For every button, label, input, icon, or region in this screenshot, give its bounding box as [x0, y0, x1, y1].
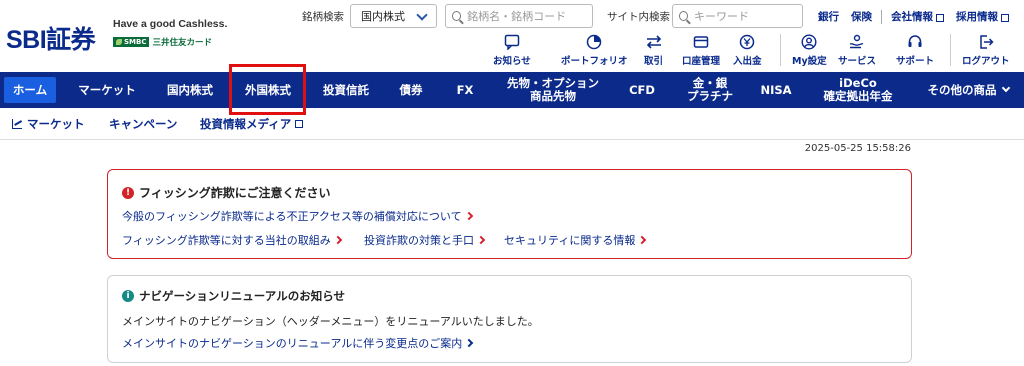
security-info-link[interactable]: セキュリティに関する情報 [504, 232, 647, 248]
recruit-link[interactable]: 採用情報 [956, 9, 998, 24]
search-icon [679, 11, 689, 21]
external-link-icon [1001, 13, 1009, 22]
divider [780, 34, 781, 66]
info-icon: i [122, 290, 134, 302]
deposit-button[interactable]: 入出金 [733, 34, 762, 67]
site-search-field[interactable] [672, 4, 803, 28]
support-icon [908, 35, 922, 47]
account-management-button[interactable]: 口座管理 [682, 34, 720, 67]
portfolio-icon [587, 34, 602, 50]
nav-futures-options[interactable]: 先物・オプション 商品先物 [498, 72, 608, 108]
user-settings-icon [801, 34, 817, 50]
logout-button[interactable]: ログアウト [962, 34, 1010, 67]
nav-domestic-stocks[interactable]: 国内株式 [158, 72, 222, 108]
stock-search-field[interactable] [445, 4, 593, 28]
portfolio-button[interactable]: ポートフォリオ [561, 34, 628, 67]
alert-icon: ! [122, 186, 134, 199]
chevron-down-icon [1001, 83, 1010, 93]
deposit-icon [740, 34, 755, 50]
notice-button[interactable]: お知らせ [493, 34, 531, 67]
notice-title: i ナビゲーションリニューアルのお知らせ [122, 288, 345, 304]
stock-search-input[interactable] [467, 9, 592, 23]
chevron-right-icon [464, 338, 474, 348]
external-link-icon [936, 13, 944, 22]
sub-nav: マーケット キャンペーン 投資情報メディア [0, 108, 1024, 140]
main-nav: ホーム マーケット 国内株式 外国株式 投資信託 債券 FX 先物・オプション … [0, 72, 1024, 108]
external-link-icon [295, 119, 304, 128]
divider [881, 9, 882, 24]
sbi-logo[interactable]: SBI証券 [6, 20, 96, 56]
support-button[interactable]: サポート [896, 34, 934, 67]
smbc-partner-logo: SMBC 三井住友カード [113, 36, 212, 48]
top-links: 銀行 保険 会社情報 採用情報 [818, 9, 1009, 24]
chevron-right-icon [333, 235, 343, 245]
header: SBI証券 Have a good Cashless. SMBC 三井住友カード… [0, 0, 1024, 72]
market-select[interactable]: 国内株式 [350, 4, 437, 28]
subnav-investment-media[interactable]: 投資情報メディア [200, 116, 304, 132]
nav-home[interactable]: ホーム [4, 77, 56, 103]
smbc-badge: SMBC [113, 37, 150, 47]
leaf-icon [116, 39, 122, 45]
services-icon [849, 34, 864, 49]
chevron-right-icon [476, 235, 486, 245]
subnav-market[interactable]: マーケット [12, 116, 85, 132]
chart-icon [12, 118, 22, 129]
nav-precious-metals[interactable]: 金・銀 プラチナ [678, 72, 742, 108]
bank-link[interactable]: 銀行 [818, 9, 839, 24]
site-search-input[interactable] [694, 9, 802, 23]
timestamp: 2025-05-25 15:58:26 [804, 143, 911, 154]
subnav-campaign[interactable]: キャンペーン [109, 116, 177, 132]
account-icon [693, 36, 709, 48]
nav-investment-trusts[interactable]: 投資信託 [314, 72, 378, 108]
nav-nisa[interactable]: NISA [752, 72, 800, 108]
navigation-renewal-notice: i ナビゲーションリニューアルのお知らせ メインサイトのナビゲーション（ヘッダー… [107, 275, 912, 363]
chevron-right-icon [638, 235, 647, 245]
trade-icon [646, 35, 661, 49]
nav-ideco[interactable]: iDeCo 確定拠出年金 [808, 72, 908, 108]
chevron-down-icon [416, 9, 428, 21]
stock-search-label: 銘柄検索 [302, 11, 344, 23]
insurance-link[interactable]: 保険 [851, 9, 872, 24]
nav-market[interactable]: マーケット [70, 72, 144, 108]
trade-button[interactable]: 取引 [644, 34, 663, 67]
divider [950, 34, 951, 66]
my-settings-button[interactable]: My設定 [792, 34, 827, 67]
message-icon [504, 34, 520, 50]
logout-icon [980, 35, 994, 49]
nav-other-products[interactable]: その他の商品 [916, 72, 1020, 108]
nav-bonds[interactable]: 債券 [390, 72, 432, 108]
renewal-changes-link[interactable]: メインサイトのナビゲーションのリニューアルに伴う変更点のご案内 [122, 335, 474, 351]
services-button[interactable]: サービス [838, 34, 876, 67]
chevron-right-icon [464, 211, 473, 221]
phishing-warning-notice: ! フィッシング詐欺にご注意ください 今般のフィッシング詐欺等による不正アクセス… [107, 169, 912, 259]
nav-fx[interactable]: FX [447, 72, 483, 108]
countermeasures-link[interactable]: フィッシング詐欺等に対する当社の取組み [122, 232, 343, 248]
tagline: Have a good Cashless. [113, 18, 228, 30]
nav-cfd[interactable]: CFD [620, 72, 664, 108]
renewal-body: メインサイトのナビゲーション（ヘッダーメニュー）をリニューアルいたしました。 [122, 315, 539, 328]
search-icon [452, 11, 462, 21]
partner-text: 三井住友カード [152, 38, 212, 48]
notice-title: ! フィッシング詐欺にご注意ください [122, 184, 331, 201]
site-search-label: サイト内検索 [607, 11, 670, 23]
compensation-link[interactable]: 今般のフィッシング詐欺等による不正アクセス等の補償対応について [122, 208, 473, 224]
fraud-tactics-link[interactable]: 投資詐欺の対策と手口 [364, 232, 486, 248]
company-info-link[interactable]: 会社情報 [891, 9, 933, 24]
